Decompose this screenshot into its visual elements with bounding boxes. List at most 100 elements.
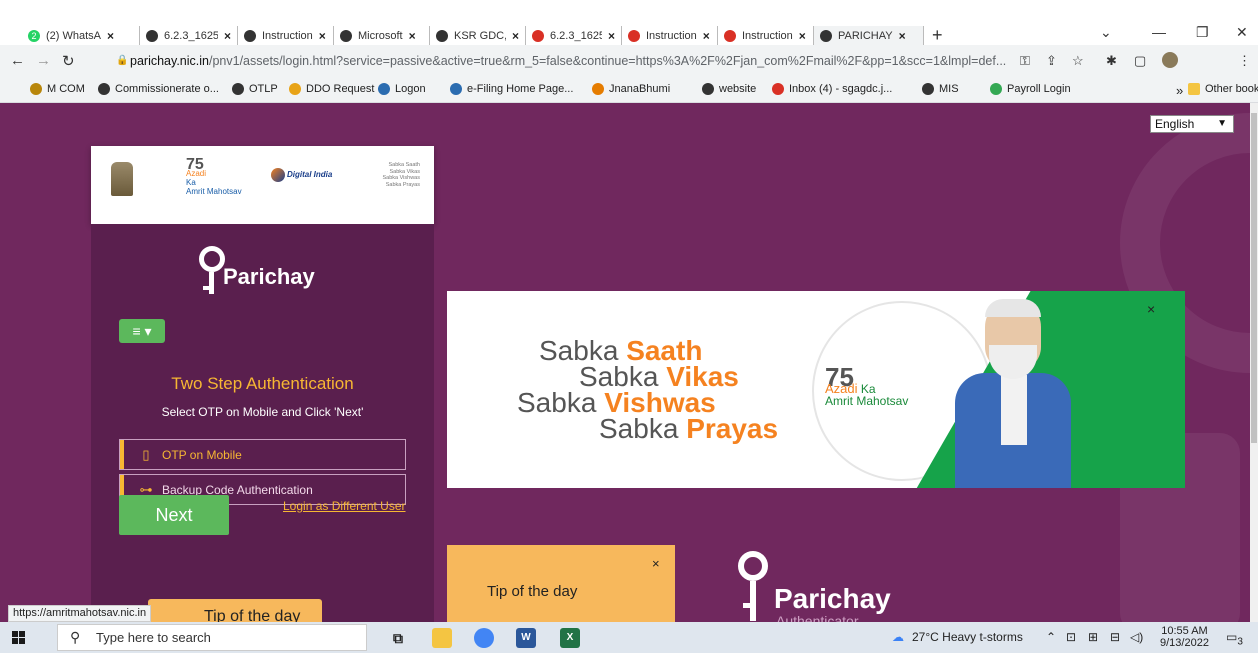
lock-icon[interactable]: 🔒 <box>116 50 128 72</box>
weather-text[interactable]: 27°C Heavy t-storms <box>912 630 1023 644</box>
browser-tab[interactable]: Instruction × <box>718 26 814 45</box>
browser-tab[interactable]: 6.2.3_1625 × <box>140 26 238 45</box>
bookmark-item[interactable]: JnanaBhumi <box>592 83 670 95</box>
red-flower-icon <box>724 29 736 42</box>
word-icon[interactable]: W <box>516 628 536 648</box>
login-different-user-link[interactable]: Login as Different User <box>283 499 406 513</box>
tab-label: Instruction <box>646 29 697 42</box>
task-view-icon[interactable]: ⧉ <box>388 628 408 648</box>
bookmark-label: OTLP <box>249 83 278 95</box>
url-field[interactable]: 🔒 parichay.nic.in/pnv1/assets/login.html… <box>112 50 1007 72</box>
sabka-saath-logo: Sabka Saath Sabka Vikas Sabka Vishwas Sa… <box>356 162 420 188</box>
browser-tab[interactable]: Instruction × <box>622 26 718 45</box>
browser-tab[interactable]: KSR GDC, × <box>430 26 526 45</box>
notification-count: 3 <box>1237 636 1243 648</box>
bookmark-item[interactable]: e-Filing Home Page... <box>450 83 573 95</box>
menu-button[interactable]: ≡ ▾ <box>119 319 165 343</box>
close-tab-icon[interactable]: × <box>319 29 326 43</box>
akam-line1: Azadi <box>186 169 207 178</box>
bookmarks-overflow-icon[interactable]: » <box>1176 83 1183 98</box>
bookmark-star-icon[interactable]: ☆ <box>1072 53 1084 69</box>
bookmark-item[interactable]: MIS <box>922 83 959 95</box>
close-tab-icon[interactable]: × <box>608 29 615 43</box>
tray-meet-icon[interactable]: ⊞ <box>1088 630 1098 644</box>
share-icon[interactable]: ⇪ <box>1046 53 1057 69</box>
scrollbar-thumb[interactable] <box>1251 113 1257 443</box>
minimize-icon[interactable]: — <box>1152 24 1166 40</box>
bookmark-item[interactable]: Commissionerate o... <box>98 83 219 95</box>
bookmark-label: JnanaBhumi <box>609 83 671 95</box>
bookmark-item[interactable]: Inbox (4) - sgagdc.j... <box>772 83 892 95</box>
chrome-menu-icon[interactable]: ⋮ <box>1238 53 1251 69</box>
excel-icon[interactable]: X <box>560 628 580 648</box>
bookmark-item[interactable]: DDO Request <box>289 83 374 95</box>
page-title: Two Step Authentication <box>171 374 354 393</box>
banner-close-icon[interactable]: × <box>1147 301 1155 317</box>
close-window-icon[interactable]: ✕ <box>1236 24 1248 41</box>
other-bookmarks[interactable]: Other bookmarks <box>1188 83 1258 95</box>
tip-of-day-box: × Tip of the day <box>447 545 675 622</box>
next-button[interactable]: Next <box>119 495 229 535</box>
login-panel: Parichay ≡ ▾ Two Step Authentication Sel… <box>91 224 434 622</box>
bookmark-label: Logon <box>395 83 426 95</box>
tip-close-icon[interactable]: × <box>652 556 660 571</box>
bookmark-favicon-icon <box>30 83 42 95</box>
browser-tab[interactable]: Instruction × <box>238 26 334 45</box>
red-flower-icon <box>532 29 544 42</box>
weather-icon[interactable]: ☁ <box>892 630 904 644</box>
file-explorer-icon[interactable] <box>432 628 452 648</box>
taskbar-search[interactable]: ⚲ Type here to search <box>57 624 367 651</box>
saath-line: Sabka Prayas <box>385 181 420 188</box>
tab-label: 6.2.3_1625 <box>164 29 218 42</box>
chrome-icon[interactable] <box>474 628 494 648</box>
windows-start-icon[interactable] <box>12 631 26 645</box>
restore-icon[interactable]: ❐ <box>1196 24 1209 41</box>
close-tab-icon[interactable]: × <box>409 29 416 43</box>
extensions-icon[interactable]: ✱ <box>1106 53 1117 69</box>
close-tab-icon[interactable]: × <box>799 29 806 43</box>
browser-tab[interactable]: PARICHAY × <box>814 26 924 45</box>
option-label: OTP on Mobile <box>162 447 242 462</box>
close-tab-icon[interactable]: × <box>703 29 710 43</box>
close-tab-icon[interactable]: × <box>224 29 231 43</box>
tray-chevron-icon[interactable]: ⌃ <box>1046 630 1056 644</box>
system-clock[interactable]: 10:55 AM 9/13/2022 <box>1160 625 1209 649</box>
tip-of-day-tab[interactable]: Tip of the day <box>148 599 322 622</box>
bookmark-item[interactable]: website <box>702 83 756 95</box>
tray-app-icon[interactable]: ⊡ <box>1066 630 1076 644</box>
sidepanel-icon[interactable]: ▢ <box>1134 53 1146 69</box>
bookmark-item[interactable]: Payroll Login <box>990 83 1071 95</box>
parichay-login-page: English ▼ 75 Azadi Ka Amrit Mahotsav Dig… <box>0 103 1250 622</box>
password-key-icon[interactable]: ⚿ <box>1020 53 1030 69</box>
otp-on-mobile-option[interactable]: ▯ OTP on Mobile <box>119 439 406 470</box>
bookmark-favicon-icon <box>990 83 1002 95</box>
bookmark-item[interactable]: OTLP <box>232 83 278 95</box>
close-tab-icon[interactable]: × <box>899 29 906 43</box>
tab-search-icon[interactable]: ⌄ <box>1100 24 1112 41</box>
profile-avatar[interactable] <box>1162 52 1178 68</box>
back-icon[interactable]: ← <box>10 52 25 69</box>
notifications-icon[interactable]: ▭3 <box>1226 630 1243 647</box>
clock-time: 10:55 AM <box>1161 625 1208 637</box>
new-tab-icon[interactable]: + <box>932 26 943 45</box>
browser-tab[interactable]: 6.2.3_1625 × <box>526 26 622 45</box>
volume-icon[interactable]: ◁) <box>1130 630 1143 644</box>
network-icon[interactable]: ⊟ <box>1110 630 1120 644</box>
globe-icon <box>146 29 158 42</box>
search-placeholder: Type here to search <box>96 630 211 645</box>
close-tab-icon[interactable]: × <box>512 29 519 43</box>
bookmark-item[interactable]: Logon <box>378 83 426 95</box>
language-select[interactable]: English ▼ <box>1150 115 1234 133</box>
bookmark-item[interactable]: M COM <box>30 83 85 95</box>
bookmark-favicon-icon <box>702 83 714 95</box>
forward-icon[interactable]: → <box>36 52 51 69</box>
tab-label: Microsoft <box>358 29 403 42</box>
browser-tab[interactable]: Microsoft × <box>334 26 430 45</box>
bookmark-favicon-icon <box>772 83 784 95</box>
close-tab-icon[interactable]: × <box>107 29 114 43</box>
banner-akam-logo: 75 Azadi Ka Amrit Mahotsav <box>825 362 909 408</box>
whatsapp-icon: 2 <box>28 29 40 42</box>
status-url: https://amritmahotsav.nic.in <box>8 605 152 622</box>
reload-icon[interactable]: ↻ <box>62 52 75 70</box>
browser-tab[interactable]: 2 (2) WhatsA × <box>22 26 140 45</box>
